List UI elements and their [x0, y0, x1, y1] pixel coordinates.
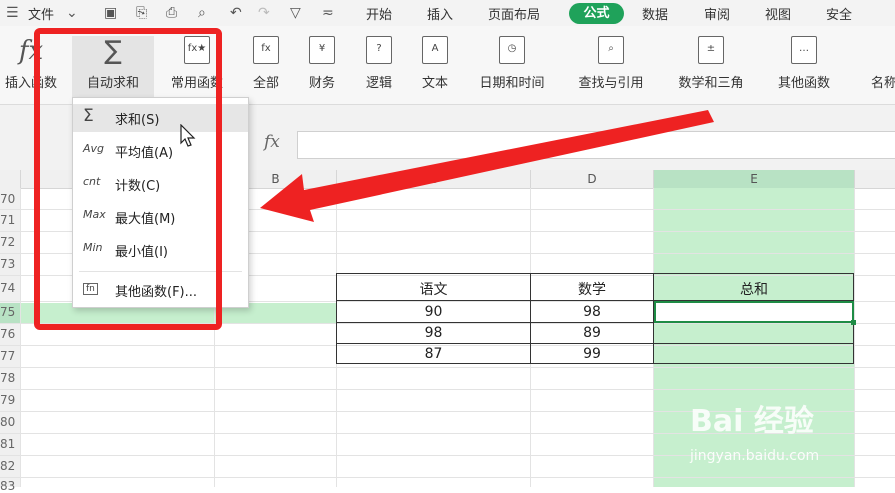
menu-bar: ☰ 文件 ⌄ ▣ ⎘ ⎙ ⌕ ↶ ↷ ▽ ≂ 开始 插入 页面布局 公式 数据 … [0, 0, 895, 26]
grid-line [0, 477, 895, 478]
grid-line [0, 367, 895, 368]
row-number[interactable]: 79 [0, 393, 20, 407]
corner-cell[interactable] [0, 170, 21, 188]
header-math[interactable]: 数学 [531, 279, 653, 299]
row-number[interactable]: 80 [0, 415, 20, 429]
all-functions-button[interactable]: fx 全部 [244, 36, 288, 100]
more-icon[interactable]: ≂ [322, 5, 334, 21]
table-cell[interactable]: 89 [531, 325, 653, 341]
row-number[interactable]: 83 [0, 479, 20, 493]
plus-minus-icon: ± [698, 36, 724, 64]
grid-line [854, 188, 855, 487]
tab-page-layout[interactable]: 页面布局 [488, 4, 540, 23]
row-number[interactable]: 71 [0, 213, 20, 227]
file-menu[interactable]: 文件 [28, 4, 54, 23]
chevron-down-icon[interactable]: ⌄ [66, 5, 78, 21]
table-cell[interactable]: 87 [337, 346, 530, 362]
question-book-icon: ? [366, 36, 392, 64]
print-icon[interactable]: ⎙ [166, 5, 177, 21]
yen-book-icon: ¥ [309, 36, 335, 64]
watermark-brand: Bai 经验 [690, 404, 814, 439]
header-total[interactable]: 总和 [654, 279, 854, 299]
annotation-arrow [260, 110, 714, 222]
hamburger-icon[interactable]: ☰ [6, 5, 19, 21]
dots-book-icon: … [791, 36, 817, 64]
save-icon[interactable]: ▣ [104, 5, 117, 21]
table-cell[interactable]: 98 [337, 325, 530, 341]
math-button[interactable]: ± 数学和三角 [666, 36, 756, 100]
row-number[interactable]: 70 [0, 192, 20, 206]
watermark-url: jingyan.baidu.com [690, 448, 820, 464]
tab-security[interactable]: 安全 [826, 4, 852, 23]
preview-icon[interactable]: ⌕ [198, 5, 206, 21]
table-line [336, 343, 854, 344]
row-number[interactable]: 78 [0, 371, 20, 385]
format-painter-icon[interactable]: ⎘ [136, 5, 147, 21]
undo-icon[interactable]: ↶ [230, 5, 242, 21]
name-manager-button[interactable]: 名称 [864, 36, 895, 100]
table-cell[interactable]: 98 [531, 304, 653, 320]
tab-formula[interactable]: 公式 [569, 3, 624, 24]
text-button[interactable]: A 文本 [412, 36, 458, 100]
other-functions-button[interactable]: … 其他函数 [766, 36, 842, 100]
row-number[interactable]: 72 [0, 235, 20, 249]
fx-box-icon: fx [253, 36, 279, 64]
fill-handle[interactable] [851, 320, 856, 325]
datetime-button[interactable]: ◷ 日期和时间 [468, 36, 556, 100]
redo-icon[interactable]: ↷ [258, 5, 270, 21]
table-cell[interactable]: 90 [337, 304, 530, 320]
tab-review[interactable]: 审阅 [704, 4, 730, 23]
row-number[interactable]: 77 [0, 349, 20, 363]
tab-view[interactable]: 视图 [765, 4, 791, 23]
magnifier-book-icon: ⌕ [598, 36, 624, 64]
annotation-highlight-box [34, 28, 222, 330]
tab-insert[interactable]: 插入 [427, 4, 453, 23]
row-number[interactable]: 73 [0, 257, 20, 271]
grid-line [0, 389, 895, 390]
row-number[interactable]: 81 [0, 437, 20, 451]
filter-icon[interactable]: ▽ [290, 5, 301, 21]
row-number[interactable]: 75 [0, 305, 20, 319]
row-number[interactable]: 76 [0, 327, 20, 341]
tab-data[interactable]: 数据 [642, 4, 668, 23]
grid-line [20, 188, 21, 487]
logic-button[interactable]: ? 逻辑 [356, 36, 402, 100]
table-cell[interactable]: 99 [531, 346, 653, 362]
clock-icon: ◷ [499, 36, 525, 64]
row-number[interactable]: 74 [0, 281, 20, 295]
tab-home[interactable]: 开始 [366, 4, 392, 23]
lookup-button[interactable]: ⌕ 查找与引用 [566, 36, 656, 100]
selected-cell-e75[interactable] [654, 301, 854, 323]
row-number[interactable]: 82 [0, 459, 20, 473]
letter-a-icon: A [422, 36, 448, 64]
finance-button[interactable]: ¥ 财务 [298, 36, 346, 100]
header-chinese[interactable]: 语文 [337, 279, 530, 299]
